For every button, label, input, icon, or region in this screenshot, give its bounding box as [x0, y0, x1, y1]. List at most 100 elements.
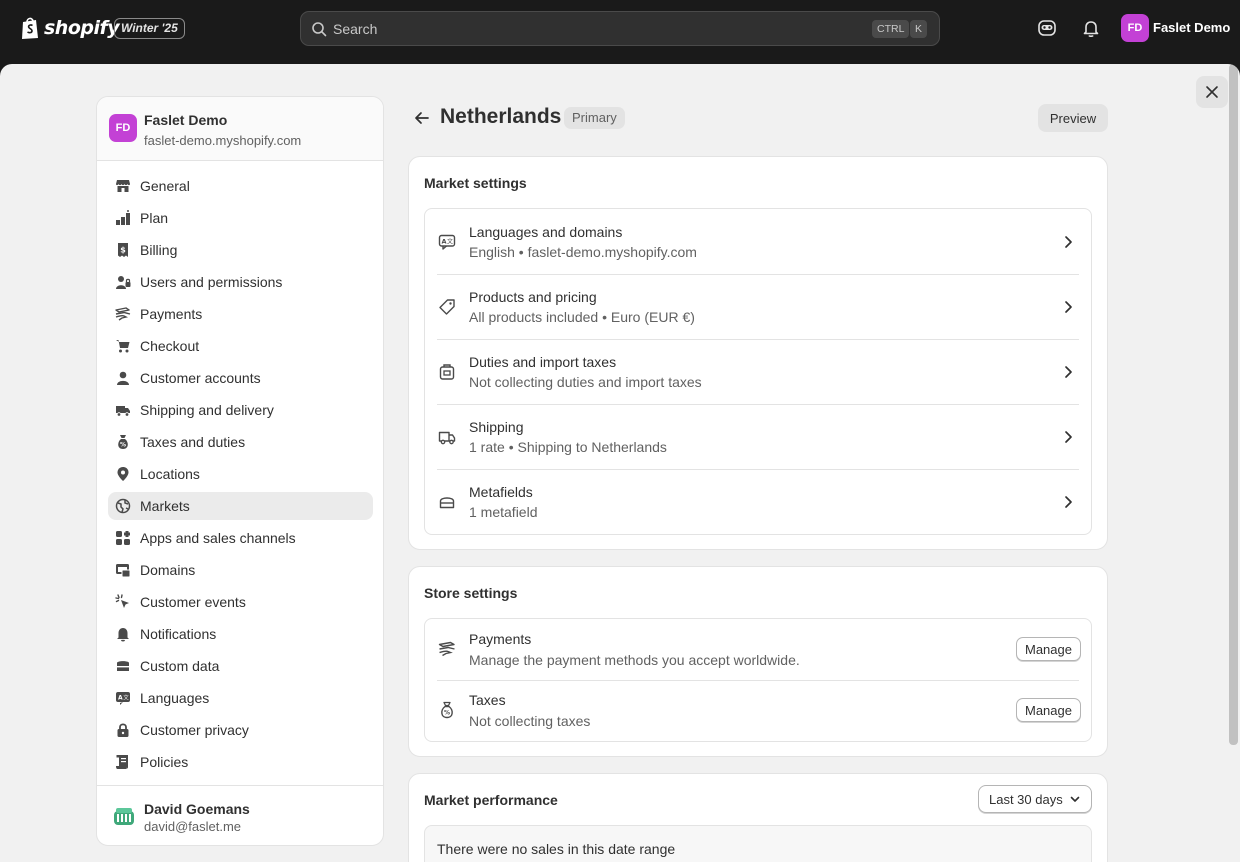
plan-icon — [114, 210, 131, 227]
metafields-icon — [438, 493, 456, 511]
sidebar-item-label: Payments — [140, 306, 203, 322]
store-setting-row-taxes: % Taxes Not collecting taxes Manage — [425, 680, 1091, 741]
sidebar-item-markets[interactable]: Markets — [108, 492, 373, 520]
sidebar-item-general[interactable]: General — [108, 172, 373, 200]
date-range-select[interactable]: Last 30 days — [978, 785, 1092, 813]
sidebar-item-label: Billing — [140, 242, 178, 258]
sidebar-item-custom-data[interactable]: Custom data — [108, 652, 373, 680]
svg-text:A: A — [441, 238, 446, 246]
top-bar: shopify Winter '25 CTRL K FD Faslet Demo — [0, 0, 1240, 56]
market-setting-row-products-pricing[interactable]: Products and pricing All products includ… — [425, 274, 1091, 339]
svg-text:文: 文 — [123, 694, 129, 702]
sidebar-item-label: Languages — [140, 690, 210, 706]
sidebar-item-label: Checkout — [140, 338, 200, 354]
logo-wordmark: shopify — [44, 17, 120, 39]
scrollbar[interactable] — [1229, 64, 1238, 745]
market-setting-row-duties[interactable]: Duties and import taxes Not collecting d… — [425, 339, 1091, 404]
user-name[interactable]: Faslet Demo — [1153, 20, 1230, 35]
arrow-left-icon — [415, 112, 429, 124]
store-name: Faslet Demo — [144, 112, 228, 128]
store-header[interactable]: FD Faslet Demo faslet-demo.myshopify.com — [97, 97, 383, 161]
user-avatar[interactable]: FD — [1121, 14, 1149, 42]
sidekick-icon[interactable] — [1036, 17, 1058, 39]
account-footer[interactable]: David Goemans david@faslet.me — [97, 785, 383, 845]
account-name: David Goemans — [144, 801, 250, 817]
row-title: Payments — [469, 631, 532, 647]
search-bar[interactable]: CTRL K — [300, 11, 940, 46]
sidebar-item-label: Notifications — [140, 626, 217, 642]
manage-taxes-button[interactable]: Manage — [1016, 698, 1081, 722]
svg-text:文: 文 — [447, 238, 453, 246]
row-subtitle: Not collecting taxes — [469, 713, 591, 729]
sidebar-item-label: Custom data — [140, 658, 220, 674]
row-title: Taxes — [469, 692, 506, 708]
person-icon — [114, 370, 131, 387]
sidebar-item-taxes-and-duties[interactable]: % Taxes and duties — [108, 428, 373, 456]
sidebar-item-payments[interactable]: Payments — [108, 300, 373, 328]
sidebar-item-customer-events[interactable]: Customer events — [108, 588, 373, 616]
sidebar-item-shipping-and-delivery[interactable]: Shipping and delivery — [108, 396, 373, 424]
market-settings-list: A文 Languages and domains English • fasle… — [424, 208, 1092, 535]
svg-text:$: $ — [120, 246, 126, 255]
search-input[interactable] — [333, 12, 853, 45]
market-settings-title: Market settings — [424, 175, 527, 191]
cursor-click-icon — [114, 594, 131, 611]
database-icon — [114, 658, 131, 675]
preview-button[interactable]: Preview — [1038, 104, 1108, 132]
market-setting-row-shipping[interactable]: Shipping 1 rate • Shipping to Netherland… — [425, 404, 1091, 469]
store-settings-title: Store settings — [424, 585, 518, 601]
shopify-logo[interactable]: shopify — [20, 16, 120, 40]
market-setting-row-metafields[interactable]: Metafields 1 metafield — [425, 469, 1091, 534]
chevron-right-icon — [1065, 366, 1072, 378]
sidebar-item-domains[interactable]: Domains — [108, 556, 373, 584]
row-subtitle: Not collecting duties and import taxes — [469, 374, 702, 390]
sidebar-item-checkout[interactable]: Checkout — [108, 332, 373, 360]
sidebar-item-billing[interactable]: $ Billing — [108, 236, 373, 264]
sidebar-item-label: Customer privacy — [140, 722, 249, 738]
sidebar-item-customer-privacy[interactable]: Customer privacy — [108, 716, 373, 744]
store-avatar: FD — [109, 114, 137, 142]
sidebar-item-notifications[interactable]: Notifications — [108, 620, 373, 648]
location-pin-icon — [114, 466, 131, 483]
truck-icon — [114, 402, 131, 419]
sidebar-item-label: Plan — [140, 210, 169, 226]
account-email: david@faslet.me — [144, 819, 242, 834]
policy-icon — [114, 754, 131, 771]
row-title: Duties and import taxes — [469, 354, 617, 370]
settings-nav: General Plan $ Billing Users and permiss… — [108, 172, 373, 780]
sidebar-item-label: Users and permissions — [140, 274, 283, 290]
row-subtitle: All products included • Euro (EUR €) — [469, 309, 695, 325]
back-button[interactable] — [410, 106, 434, 130]
bell-icon — [114, 626, 131, 643]
close-button[interactable] — [1196, 76, 1228, 108]
sidebar-item-policies[interactable]: Policies — [108, 748, 373, 776]
users-icon — [114, 274, 131, 291]
sidebar-item-apps-and-sales-channels[interactable]: Apps and sales channels — [108, 524, 373, 552]
edition-badge[interactable]: Winter '25 — [114, 18, 185, 39]
sidebar-item-label: General — [140, 178, 190, 194]
notifications-bell-icon[interactable] — [1080, 17, 1102, 39]
sidebar-item-label: Domains — [140, 562, 196, 578]
manage-payments-button[interactable]: Manage — [1016, 637, 1081, 661]
chevron-right-icon — [1065, 236, 1072, 248]
market-performance-card: Market performance Last 30 days There we… — [408, 773, 1108, 862]
sidebar-item-customer-accounts[interactable]: Customer accounts — [108, 364, 373, 392]
sidebar-item-languages[interactable]: A文 Languages — [108, 684, 373, 712]
payments-icon — [114, 306, 131, 323]
sidebar-item-plan[interactable]: Plan — [108, 204, 373, 232]
sidebar-item-label: Policies — [140, 754, 189, 770]
sidebar-item-label: Apps and sales channels — [140, 530, 296, 546]
svg-text:%: % — [444, 710, 450, 717]
sidebar-item-users-and-permissions[interactable]: Users and permissions — [108, 268, 373, 296]
user-avatar-icon — [114, 808, 134, 825]
store-settings-card: Store settings Payments Manage the payme… — [408, 566, 1108, 757]
market-performance-title: Market performance — [424, 792, 558, 808]
sidebar-item-locations[interactable]: Locations — [108, 460, 373, 488]
market-setting-row-languages[interactable]: A文 Languages and domains English • fasle… — [425, 209, 1091, 274]
sidebar-item-label: Locations — [140, 466, 200, 482]
svg-text:A: A — [117, 695, 122, 702]
shortcut-k-key: K — [910, 20, 928, 38]
sidebar-item-label: Markets — [140, 498, 190, 514]
duties-icon — [438, 363, 456, 381]
tax-bag-icon: % — [114, 434, 131, 451]
